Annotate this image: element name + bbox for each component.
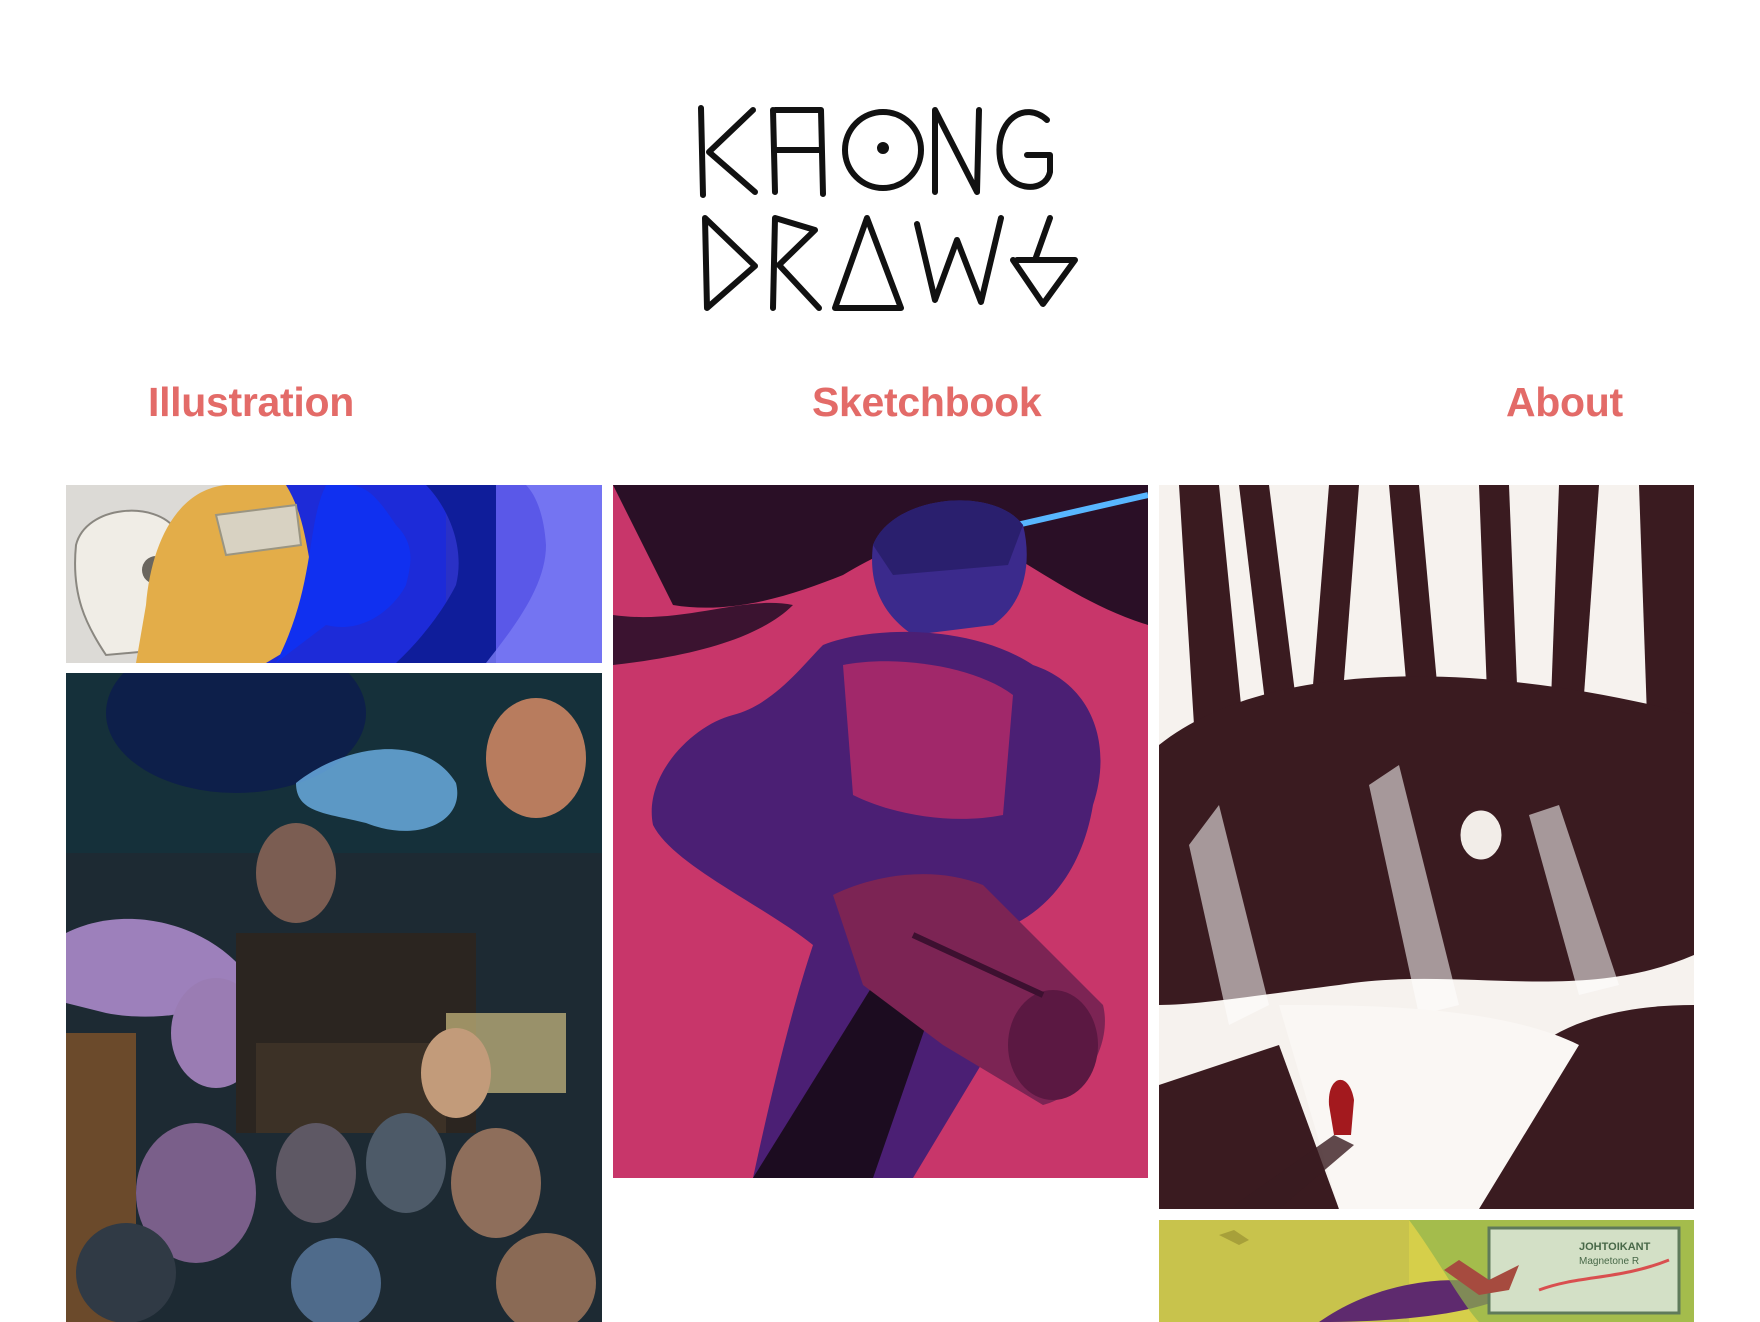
gallery-image: [613, 485, 1148, 1178]
gallery-image: JOHTOIKANT Magnetone R: [1159, 1220, 1694, 1322]
gallery-image: [66, 485, 602, 663]
gallery-tile-map[interactable]: JOHTOIKANT Magnetone R: [1159, 1220, 1694, 1322]
map-label-line2: Magnetone R: [1579, 1256, 1639, 1267]
map-label-line1: JOHTOIKANT: [1579, 1241, 1651, 1253]
nav-link-sketchbook[interactable]: Sketchbook: [812, 378, 1042, 426]
nav-link-about[interactable]: About: [1506, 378, 1623, 426]
khong-draws-logo-art: [698, 105, 1078, 311]
gallery-tile-forest[interactable]: [1159, 485, 1694, 1209]
gallery-tile-ensemble[interactable]: [66, 673, 602, 1322]
gallery-image: [66, 673, 602, 1322]
gallery-image: [1159, 485, 1694, 1209]
nav-link-illustration[interactable]: Illustration: [148, 378, 354, 426]
site-logo[interactable]: [695, 100, 1080, 315]
gallery-tile-profiles[interactable]: [66, 485, 602, 663]
gallery-tile-astronaut[interactable]: [613, 485, 1148, 1178]
